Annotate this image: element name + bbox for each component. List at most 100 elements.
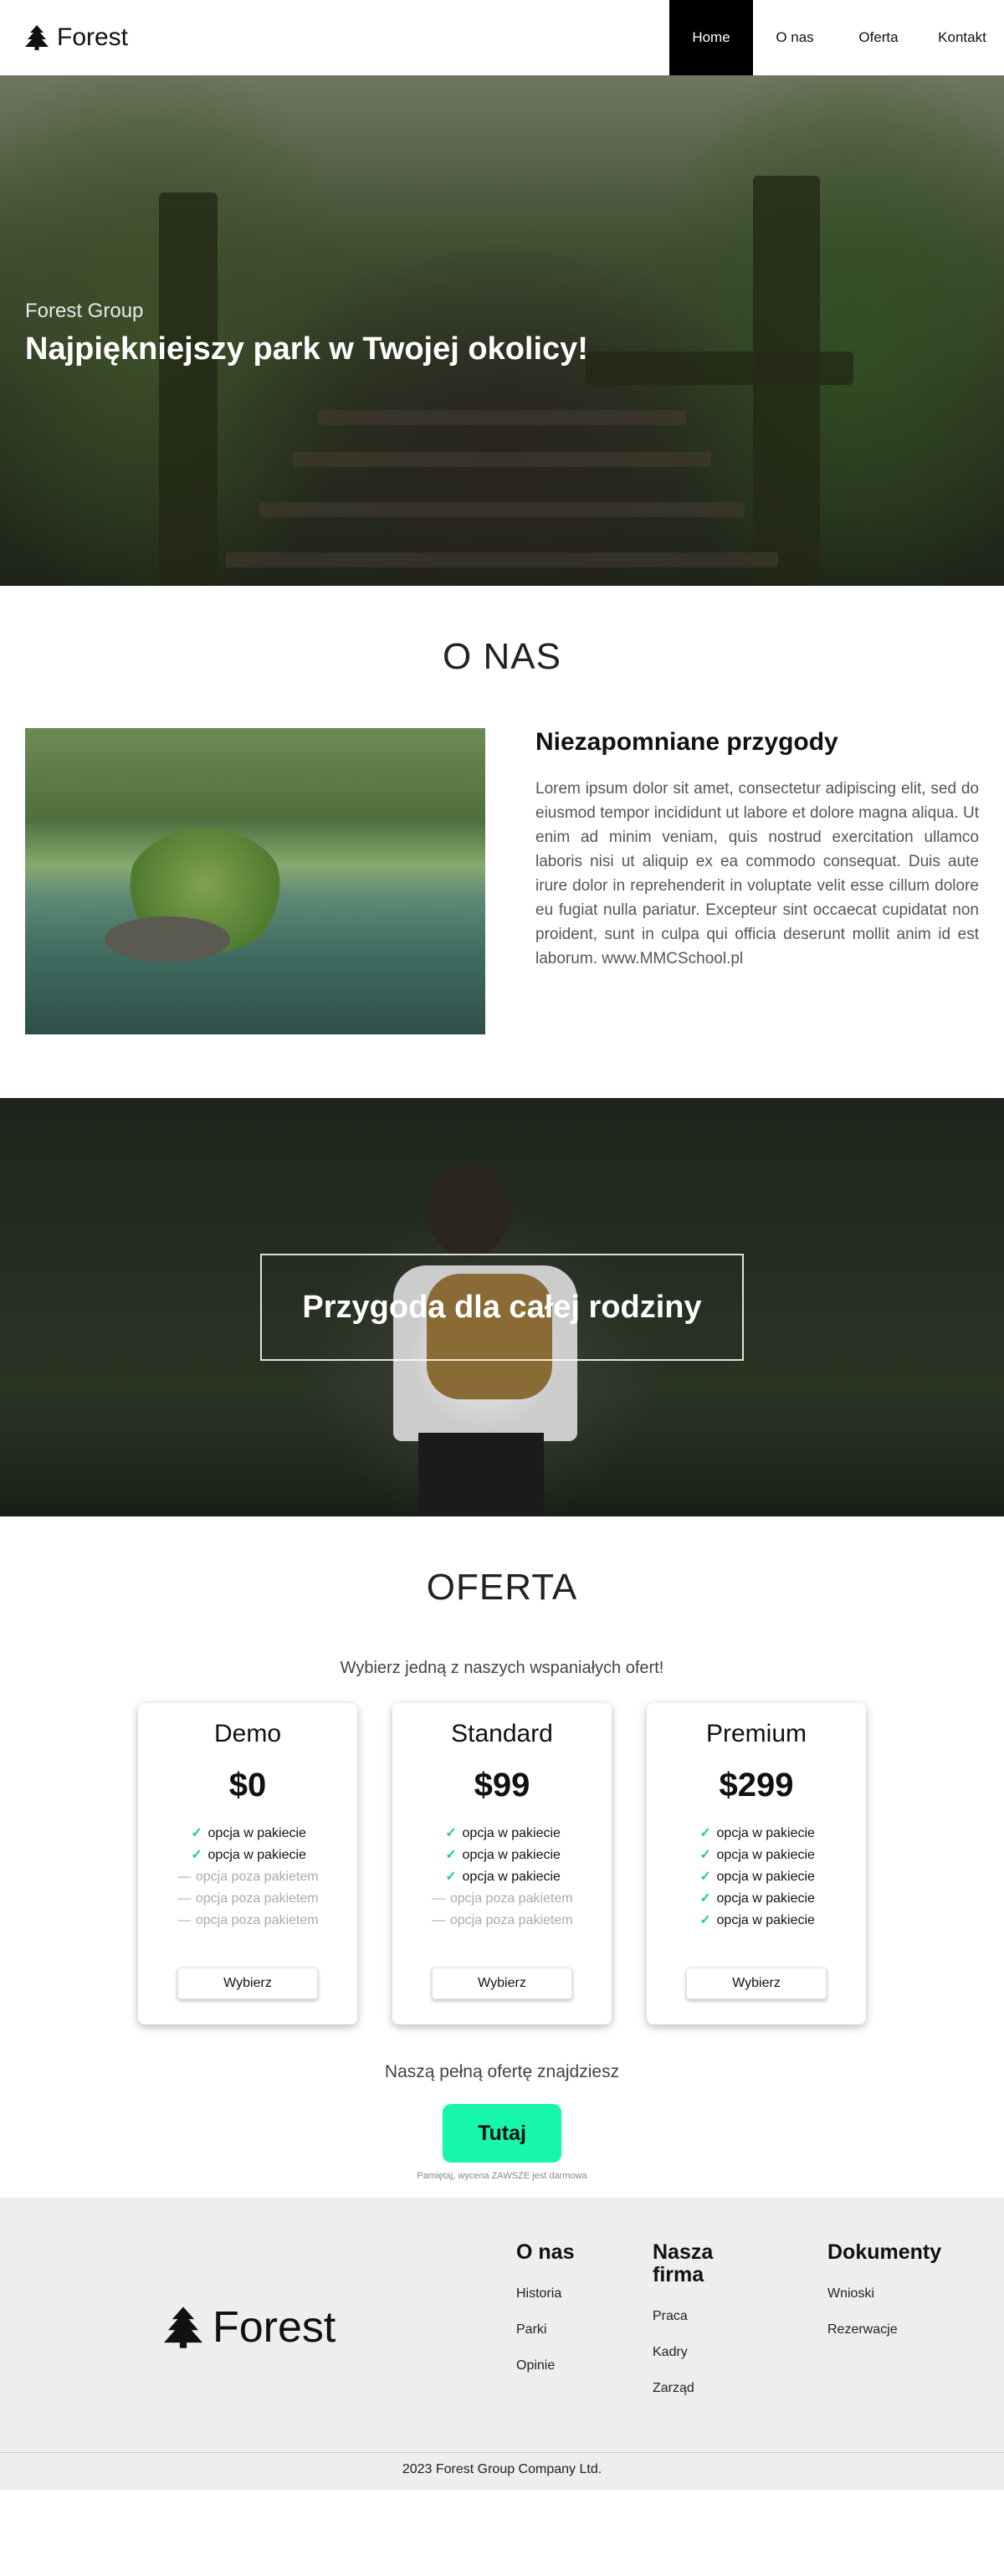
feature-item: ✓ opcja w pakiecie [647, 1866, 866, 1888]
hero-bg-plank [318, 410, 686, 425]
check-icon: ✓ [699, 1891, 711, 1906]
footer-link-rezerwacje[interactable]: Rezerwacje [827, 2322, 941, 2337]
footer-link-historia[interactable]: Historia [516, 2286, 574, 2301]
dash-icon: — [177, 1891, 192, 1906]
check-icon: ✓ [699, 1826, 711, 1840]
feature-item: ✓ opcja w pakiecie [647, 1823, 866, 1845]
offer-section-title: OFERTA [426, 1567, 578, 1608]
feature-item: ✓ opcja w pakiecie [647, 1845, 866, 1866]
hero-bg-plank [293, 452, 711, 467]
footer-column-title: Nasza firma [653, 2240, 714, 2286]
hero-title: Najpiękniejszy park w Twojej okolicy! [25, 331, 588, 367]
footer-link-kadry[interactable]: Kadry [653, 2345, 745, 2360]
feature-label: opcja w pakiecie [716, 1826, 815, 1840]
footer-link-praca[interactable]: Praca [653, 2309, 745, 2324]
feature-item: ✓ opcja w pakiecie [392, 1845, 612, 1866]
feature-label: opcja w pakiecie [716, 1870, 815, 1884]
feature-label: opcja w pakiecie [716, 1891, 815, 1906]
hero-bg-trunk-left [159, 192, 218, 586]
check-icon: ✓ [445, 1848, 457, 1862]
about-image-lake-island [25, 728, 485, 1034]
banner-text: Przygoda dla całej rodziny [302, 1289, 702, 1325]
hero-bg-rail [586, 352, 853, 385]
top-navbar: Forest Home O nas Oferta Kontakt [0, 0, 1004, 75]
about-section-title: O NAS [443, 636, 561, 677]
feature-label: opcja poza pakietem [449, 1913, 573, 1927]
hero-bg-plank [259, 502, 745, 517]
card-price: $99 [474, 1767, 530, 1804]
dash-icon: — [432, 1913, 446, 1927]
banner-child-head [427, 1165, 510, 1257]
footer-brand-name: Forest [213, 2303, 336, 2352]
nav-item-home[interactable]: Home [669, 0, 753, 75]
feature-label: opcja poza pakietem [195, 1891, 319, 1906]
footer-brand[interactable]: Forest [164, 2302, 336, 2353]
nav-item-oferta[interactable]: Oferta [837, 0, 920, 75]
brand-logo[interactable]: Forest [0, 23, 128, 52]
choose-premium-button[interactable]: Wybierz [686, 1968, 827, 1999]
full-offer-button[interactable]: Tutaj [443, 2104, 561, 2163]
pricing-cards: Demo $0 ✓ opcja w pakiecie ✓ opcja w pak… [0, 1703, 1004, 2024]
footer-link-wnioski[interactable]: Wnioski [827, 2286, 941, 2301]
card-name: Demo [213, 1720, 282, 1747]
feature-item: — opcja poza pakietem [138, 1866, 357, 1888]
feature-item: — opcja poza pakietem [392, 1910, 612, 1932]
card-name: Standard [451, 1720, 553, 1747]
footer-link-zarzad[interactable]: Zarząd [653, 2381, 745, 2396]
feature-label: opcja poza pakietem [195, 1870, 319, 1884]
card-name: Premium [705, 1720, 807, 1747]
feature-label: opcja w pakiecie [207, 1848, 306, 1862]
hero-section: Forest Group Najpiękniejszy park w Twoje… [0, 75, 1004, 586]
footer-column-title: Dokumenty [827, 2240, 942, 2264]
feature-item: — opcja poza pakietem [138, 1910, 357, 1932]
tree-icon [164, 2307, 202, 2348]
check-icon: ✓ [699, 1913, 711, 1927]
pricing-card-demo: Demo $0 ✓ opcja w pakiecie ✓ opcja w pak… [138, 1703, 357, 2024]
choose-demo-button[interactable]: Wybierz [177, 1968, 318, 1999]
feature-item: ✓ opcja w pakiecie [392, 1866, 612, 1888]
pricing-card-premium: Premium $299 ✓ opcja w pakiecie ✓ opcja … [647, 1703, 866, 2024]
banner-frame: Przygoda dla całej rodziny [260, 1254, 744, 1361]
footer: Forest O nas Historia Parki Opinie Nasza… [0, 2198, 1004, 2490]
free-quote-note: Pamiętaj, wycena ZAWSZE jest darmowa [417, 2171, 587, 2181]
feature-list: ✓ opcja w pakiecie ✓ opcja w pakiecie ✓ … [647, 1823, 866, 1932]
feature-item: ✓ opcja w pakiecie [647, 1888, 866, 1910]
feature-label: opcja w pakiecie [462, 1870, 561, 1884]
footer-column-title: O nas [516, 2240, 575, 2264]
hero-subtitle: Forest Group [25, 300, 144, 322]
family-banner: Przygoda dla całej rodziny [0, 1098, 1004, 1516]
feature-item: — opcja poza pakietem [392, 1888, 612, 1910]
choose-standard-button[interactable]: Wybierz [432, 1968, 572, 1999]
nav-item-o-nas[interactable]: O nas [753, 0, 837, 75]
check-icon: ✓ [445, 1826, 457, 1840]
image-rock-shape [105, 916, 230, 962]
feature-item: ✓ opcja w pakiecie [392, 1823, 612, 1845]
feature-label: opcja w pakiecie [716, 1913, 815, 1927]
dash-icon: — [177, 1870, 192, 1884]
offer-lead: Wybierz jedną z naszych wspaniałych ofer… [340, 1659, 664, 1677]
about-body: Lorem ipsum dolor sit amet, consectetur … [535, 780, 979, 967]
footer-copyright: 2023 Forest Group Company Ltd. [402, 2462, 602, 2476]
footer-link-opinie[interactable]: Opinie [516, 2358, 574, 2373]
main-menu: Home O nas Oferta Kontakt [669, 0, 1004, 75]
feature-list: ✓ opcja w pakiecie ✓ opcja w pakiecie — … [138, 1823, 357, 1932]
footer-divider [0, 2452, 1004, 2453]
feature-label: opcja w pakiecie [462, 1826, 561, 1840]
offer-more-text: Naszą pełną ofertę znajdziesz [384, 2062, 620, 2081]
pricing-card-standard: Standard $99 ✓ opcja w pakiecie ✓ opcja … [392, 1703, 612, 2024]
nav-item-kontakt[interactable]: Kontakt [920, 0, 1004, 75]
page-bottom-spacer [0, 2490, 1004, 2554]
feature-item: ✓ opcja w pakiecie [138, 1845, 357, 1866]
check-icon: ✓ [445, 1870, 457, 1884]
check-icon: ✓ [191, 1826, 202, 1840]
about-heading: Niezapomniane przygody [535, 728, 838, 756]
dash-icon: — [177, 1913, 192, 1927]
feature-label: opcja w pakiecie [716, 1848, 815, 1862]
feature-item: ✓ opcja w pakiecie [138, 1823, 357, 1845]
feature-label: opcja poza pakietem [195, 1913, 319, 1927]
footer-column-o-nas: O nas Historia Parki Opinie [516, 2241, 574, 2373]
hero-text: Forest Group Najpiękniejszy park w Twoje… [25, 300, 588, 367]
feature-item: — opcja poza pakietem [138, 1888, 357, 1910]
feature-label: opcja w pakiecie [462, 1848, 561, 1862]
footer-link-parki[interactable]: Parki [516, 2322, 574, 2337]
